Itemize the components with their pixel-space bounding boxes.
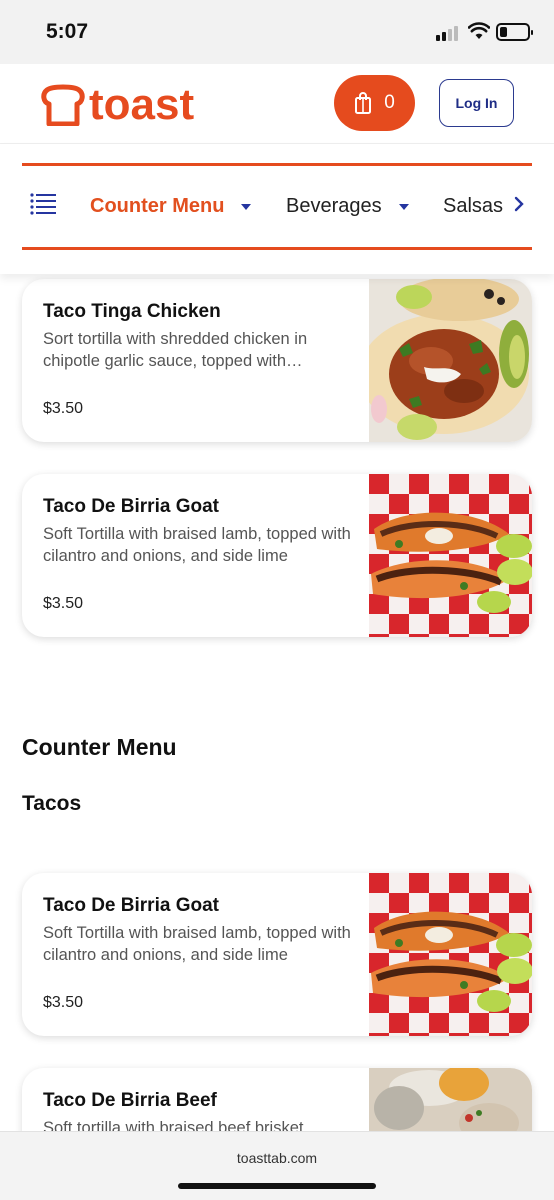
- wifi-icon: [468, 22, 490, 39]
- menu-nav: Counter Menu Beverages Salsas: [0, 144, 554, 274]
- battery-icon: [496, 23, 533, 41]
- item-description: Sort tortilla with shredded chicken in c…: [43, 330, 308, 370]
- tab-salsas[interactable]: Salsas: [443, 195, 503, 218]
- item-description: Soft Tortilla with braised lamb, topped …: [43, 924, 351, 964]
- item-price: $3.50: [43, 994, 84, 1011]
- item-description: Soft Tortilla with braised lamb, topped …: [43, 525, 351, 565]
- signal-icon: [436, 25, 462, 41]
- section-subtitle: Tacos: [22, 792, 82, 815]
- nav-divider-top: [22, 163, 532, 166]
- menu-item-card[interactable]: Taco De Birria Goat Soft Tortilla with b…: [22, 873, 532, 1036]
- browser-bottom-bar: toasttab.com: [0, 1131, 554, 1200]
- home-indicator[interactable]: [178, 1183, 376, 1189]
- cart-count: 0: [384, 92, 395, 113]
- item-photo: [369, 474, 532, 637]
- item-photo: [369, 873, 532, 1036]
- tab-label: Salsas: [443, 195, 504, 217]
- brand-name: toast: [89, 80, 195, 129]
- item-price: $3.50: [43, 400, 84, 417]
- shopping-bag-icon: [355, 92, 372, 114]
- menu-item-card[interactable]: Taco De Birria Goat Soft Tortilla with b…: [22, 474, 532, 637]
- nav-divider-bottom: [22, 247, 532, 250]
- chevron-right-icon[interactable]: [510, 193, 528, 215]
- section-title: Counter Menu: [22, 734, 177, 760]
- item-name: Taco De Birria Goat: [43, 895, 219, 916]
- item-photo: [369, 279, 532, 442]
- chevron-down-icon: [398, 203, 409, 210]
- toast-logo[interactable]: toast: [40, 80, 194, 130]
- status-bar: 5:07: [0, 0, 554, 64]
- cart-button[interactable]: 0: [334, 75, 415, 131]
- tab-label: Counter Menu: [90, 195, 225, 217]
- site-header: toast 0 Log In: [0, 64, 554, 144]
- tab-beverages[interactable]: Beverages: [286, 195, 409, 218]
- item-name: Taco De Birria Beef: [43, 1090, 217, 1111]
- menu-item-card[interactable]: Taco Tinga Chicken Sort tortilla with sh…: [22, 279, 532, 442]
- status-time: 5:07: [46, 20, 89, 43]
- item-price: $3.50: [43, 595, 84, 612]
- chevron-down-icon: [241, 203, 252, 210]
- login-button[interactable]: Log In: [439, 79, 514, 127]
- item-name: Taco Tinga Chicken: [43, 301, 221, 322]
- tab-counter-menu[interactable]: Counter Menu: [90, 195, 252, 218]
- toast-logo-icon: [41, 84, 85, 126]
- tab-label: Beverages: [286, 195, 382, 217]
- item-name: Taco De Birria Goat: [43, 496, 219, 517]
- menu-list-icon[interactable]: [30, 193, 56, 215]
- url-label[interactable]: toasttab.com: [0, 1150, 554, 1166]
